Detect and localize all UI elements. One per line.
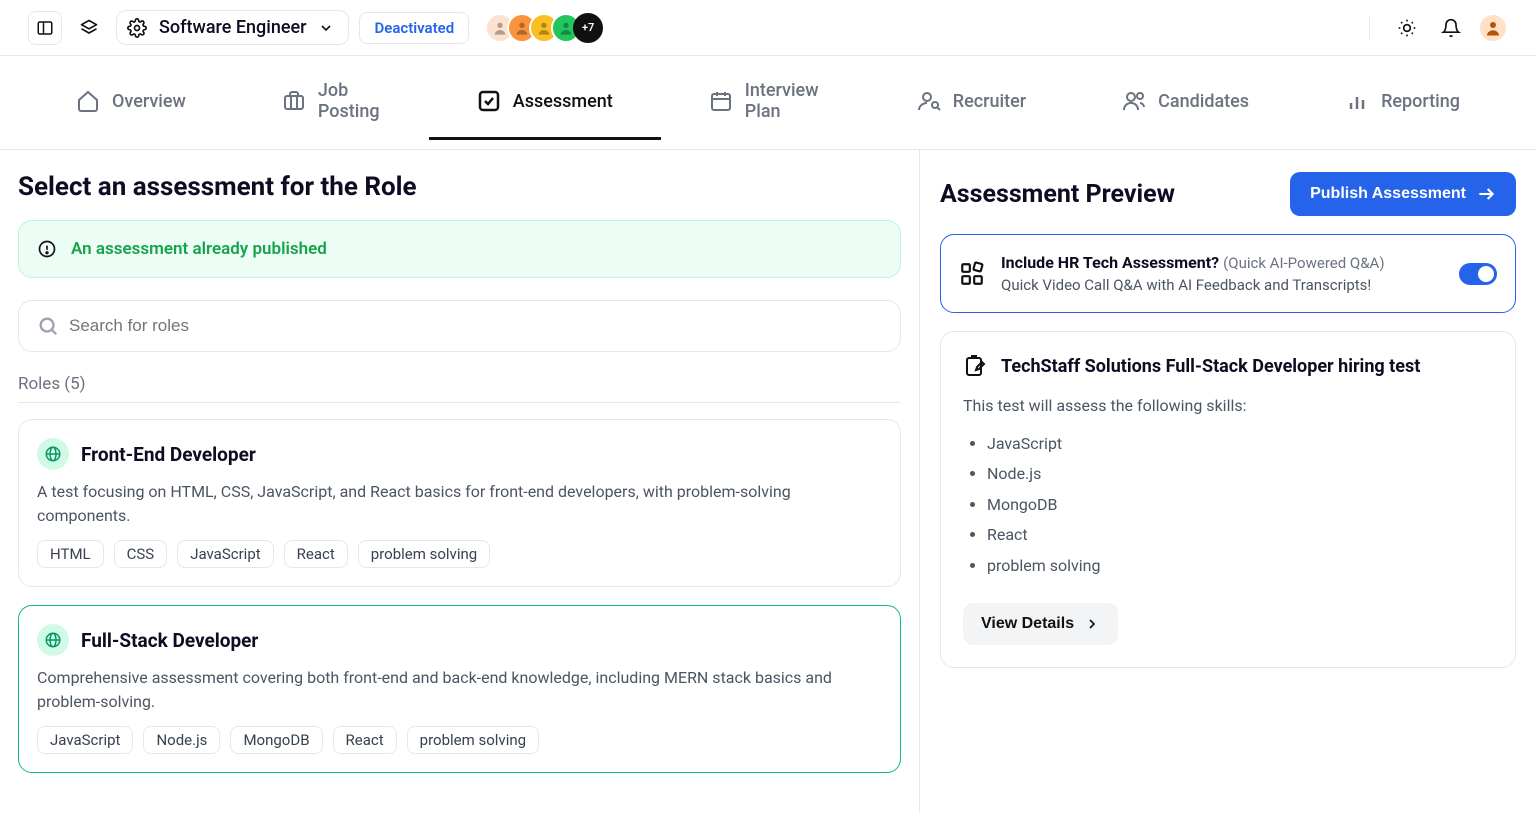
skill-tag: CSS [114,540,168,568]
tab-assessment[interactable]: Assessment [429,65,661,140]
layers-icon[interactable] [72,11,106,45]
tab-label: Recruiter [953,91,1026,112]
publish-label: Publish Assessment [1310,185,1466,203]
skill-item: problem solving [987,551,1493,581]
tab-recruiter[interactable]: Recruiter [869,65,1074,140]
publish-assessment-button[interactable]: Publish Assessment [1290,172,1516,216]
user-avatar[interactable] [1478,13,1508,43]
chevron-down-icon [318,20,334,36]
tab-label: Overview [112,91,186,112]
status-chip[interactable]: Deactivated [359,12,469,44]
tab-job-posting[interactable]: Job Posting [234,56,429,149]
panel-toggle-button[interactable] [28,11,62,45]
search-box[interactable] [18,300,901,352]
tab-label: Interview Plan [745,80,821,122]
avatar-more[interactable]: +7 [573,13,603,43]
view-details-label: View Details [981,615,1074,633]
alert-published: An assessment already published [18,220,901,278]
role-card[interactable]: Full-Stack Developer Comprehensive assess… [18,605,901,773]
skill-tag: HTML [37,540,104,568]
role-title: Front-End Developer [81,443,256,466]
test-intro: This test will assess the following skil… [963,396,1493,415]
role-dropdown[interactable]: Software Engineer [116,10,349,45]
search-input[interactable] [69,316,882,336]
notifications-button[interactable] [1434,11,1468,45]
role-title: Full-Stack Developer [81,629,258,652]
roles-count-label: Roles (5) [18,374,901,394]
tab-label: Reporting [1381,91,1460,112]
skill-tag: Node.js [143,726,220,754]
tab-overview[interactable]: Overview [28,65,234,140]
tab-candidates[interactable]: Candidates [1074,65,1297,140]
tab-label: Assessment [513,91,613,112]
skill-item: JavaScript [987,429,1493,459]
chevron-right-icon [1084,616,1100,632]
role-card[interactable]: Front-End Developer A test focusing on HT… [18,419,901,587]
widgets-icon [959,261,985,287]
arrow-right-icon [1476,184,1496,204]
globe-icon [37,624,69,656]
clipboard-edit-icon [963,354,987,378]
tab-label: Job Posting [318,80,381,122]
skill-tag: JavaScript [177,540,273,568]
tabs-bar: Overview Job Posting Assessment Interview P… [0,56,1536,150]
avatar-stack[interactable]: +7 [493,13,603,43]
hr-toggle[interactable] [1459,263,1497,285]
hr-subtitle: Quick Video Call Q&A with AI Feedback an… [1001,276,1443,294]
globe-icon [37,438,69,470]
role-tags: HTML CSS JavaScript React problem solving [37,540,882,568]
alert-text: An assessment already published [71,239,327,259]
hr-assessment-option: Include HR Tech Assessment? (Quick AI-Po… [940,234,1516,313]
skill-tag: MongoDB [230,726,322,754]
theme-toggle-button[interactable] [1390,11,1424,45]
tab-reporting[interactable]: Reporting [1297,65,1508,140]
skill-tag: problem solving [407,726,539,754]
role-name: Software Engineer [159,17,306,38]
skill-tag: React [333,726,397,754]
role-description: Comprehensive assessment covering both f… [37,666,882,714]
skill-tag: problem solving [358,540,490,568]
hr-hint: (Quick AI-Powered Q&A) [1223,254,1384,272]
divider [18,402,901,403]
skill-tag: JavaScript [37,726,133,754]
preview-title: Assessment Preview [940,180,1175,209]
page-title: Select an assessment for the Role [18,172,901,202]
topbar: Software Engineer Deactivated +7 [0,0,1536,56]
search-icon [37,315,59,337]
skill-tag: React [284,540,348,568]
role-description: A test focusing on HTML, CSS, JavaScript… [37,480,882,528]
role-tags: JavaScript Node.js MongoDB React problem sol… [37,726,882,754]
view-details-button[interactable]: View Details [963,603,1118,645]
tab-interview-plan[interactable]: Interview Plan [661,56,869,149]
test-preview-card: TechStaff Solutions Full-Stack Developer… [940,331,1516,668]
skill-item: Node.js [987,459,1493,489]
info-icon [37,239,57,259]
hr-title: Include HR Tech Assessment? [1001,253,1219,272]
test-title: TechStaff Solutions Full-Stack Developer… [1001,356,1420,377]
tab-label: Candidates [1158,91,1249,112]
skills-list: JavaScriptNode.jsMongoDBReactproblem sol… [963,429,1493,581]
skill-item: MongoDB [987,490,1493,520]
skill-item: React [987,520,1493,550]
gear-icon [127,18,147,38]
